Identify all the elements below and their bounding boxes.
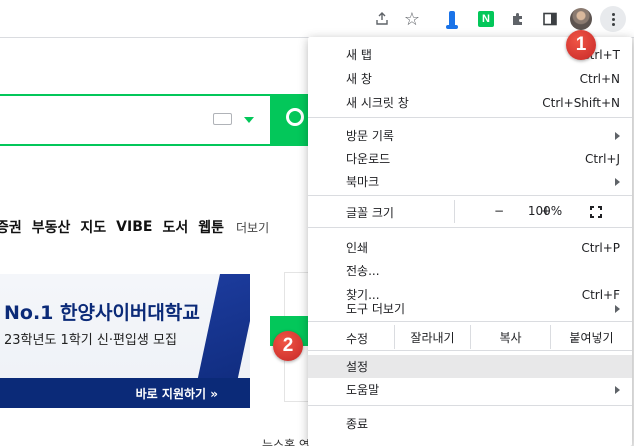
step-badge-2: 2 bbox=[273, 331, 303, 361]
banner-subtitle: 23학년도 1학기 신·편입생 모집 bbox=[4, 333, 177, 348]
nav-item-realestate[interactable]: 부동산 bbox=[32, 217, 71, 237]
keyboard-icon[interactable] bbox=[213, 113, 232, 125]
autocomplete-toggle-icon[interactable] bbox=[244, 117, 254, 123]
menu-item-help[interactable]: 도움말 bbox=[308, 378, 632, 401]
banner-title: No.1 한양사이버대학교 bbox=[4, 302, 200, 324]
fullscreen-icon[interactable] bbox=[590, 206, 602, 218]
menu-separator bbox=[308, 195, 632, 196]
menu-zoom-row: 글꼴 크기 − 100% + bbox=[308, 200, 632, 223]
menu-item-more-tools[interactable]: 도구 더보기 bbox=[308, 297, 632, 320]
chrome-main-menu: 새 탭 Ctrl+T 새 창 Ctrl+N 새 시크릿 창 Ctrl+Shift… bbox=[308, 37, 632, 446]
search-icon bbox=[286, 108, 304, 126]
search-button[interactable] bbox=[270, 94, 312, 146]
blue-extension-icon[interactable] bbox=[440, 7, 464, 31]
submenu-arrow-icon bbox=[615, 385, 620, 394]
service-nav: 증권 부동산 지도 VIBE 도서 웹툰 더보기 bbox=[0, 216, 269, 238]
zoom-in-button[interactable]: + bbox=[541, 204, 551, 218]
menu-item-new-window[interactable]: 새 창 Ctrl+N bbox=[308, 67, 632, 90]
nav-item-books[interactable]: 도서 bbox=[162, 217, 188, 237]
zoom-out-button[interactable]: − bbox=[494, 204, 504, 218]
menu-separator bbox=[308, 350, 632, 351]
menu-item-cast[interactable]: 전송... bbox=[308, 259, 632, 282]
menu-item-print[interactable]: 인쇄 Ctrl+P bbox=[308, 236, 632, 259]
menu-item-history[interactable]: 방문 기록 bbox=[308, 124, 632, 147]
naver-extension-icon[interactable]: N bbox=[474, 7, 498, 31]
banner-apply-button[interactable]: 바로 지원하기 » bbox=[0, 378, 250, 408]
menu-separator bbox=[308, 405, 632, 406]
copy-button[interactable]: 복사 bbox=[470, 325, 550, 349]
menu-item-downloads[interactable]: 다운로드 Ctrl+J bbox=[308, 147, 632, 170]
paste-button[interactable]: 붙여넣기 bbox=[550, 325, 632, 349]
nav-item-vibe[interactable]: VIBE bbox=[116, 219, 152, 235]
nav-item-webtoon[interactable]: 웹툰 bbox=[198, 217, 224, 237]
menu-item-settings[interactable]: 설정 bbox=[308, 355, 632, 378]
menu-separator bbox=[308, 321, 632, 322]
share-icon[interactable] bbox=[370, 7, 394, 31]
step-badge-1: 1 bbox=[566, 30, 596, 60]
menu-item-exit[interactable]: 종료 bbox=[308, 412, 632, 435]
menu-item-incognito[interactable]: 새 시크릿 창 Ctrl+Shift+N bbox=[308, 91, 632, 114]
browser-toolbar: ☆ N bbox=[0, 0, 634, 38]
submenu-arrow-icon bbox=[615, 177, 620, 186]
puzzle-icon[interactable] bbox=[506, 7, 530, 31]
nav-item-stocks[interactable]: 증권 bbox=[0, 217, 22, 237]
menu-item-bookmarks[interactable]: 북마크 bbox=[308, 170, 632, 193]
submenu-arrow-icon bbox=[615, 131, 620, 140]
nav-more-link[interactable]: 더보기 bbox=[236, 219, 269, 236]
avatar[interactable] bbox=[569, 7, 593, 31]
side-panel-icon[interactable] bbox=[538, 7, 562, 31]
more-vert-icon[interactable] bbox=[600, 6, 626, 32]
nav-item-map[interactable]: 지도 bbox=[80, 217, 106, 237]
menu-edit-row: 수정 잘라내기 복사 붙여넣기 bbox=[308, 325, 632, 349]
star-icon[interactable]: ☆ bbox=[400, 7, 424, 31]
menu-separator bbox=[308, 117, 632, 118]
submenu-arrow-icon bbox=[615, 304, 620, 313]
menu-separator bbox=[308, 227, 632, 228]
cut-button[interactable]: 잘라내기 bbox=[394, 325, 470, 349]
